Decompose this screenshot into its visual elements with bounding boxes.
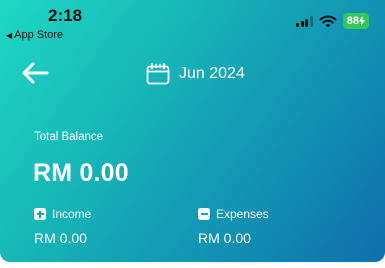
plus-square-icon bbox=[34, 208, 46, 220]
battery-level: 88 bbox=[346, 15, 359, 27]
cellular-signal-icon bbox=[296, 15, 313, 27]
back-triangle-icon: ◀ bbox=[6, 30, 13, 40]
minus-square-icon bbox=[198, 208, 210, 220]
expenses-summary: Expenses RM 0.00 bbox=[198, 207, 269, 246]
status-time: 2:18 bbox=[48, 6, 83, 25]
balance-card: 2:18 ◀ App Store 88 Jun 2024 Total Balan… bbox=[0, 0, 385, 262]
expenses-label: Expenses bbox=[216, 207, 269, 221]
expenses-amount: RM 0.00 bbox=[198, 230, 251, 246]
screen: 2:18 ◀ App Store 88 Jun 2024 Total Balan… bbox=[0, 0, 385, 268]
status-indicators: 88 bbox=[296, 13, 369, 29]
month-label: Jun 2024 bbox=[179, 65, 245, 82]
month-picker[interactable]: Jun 2024 bbox=[146, 63, 245, 85]
calendar-icon bbox=[146, 63, 170, 85]
wifi-icon bbox=[319, 15, 337, 27]
total-balance-amount: RM 0.00 bbox=[33, 159, 129, 187]
income-label: Income bbox=[52, 207, 92, 221]
income-summary: Income RM 0.00 bbox=[34, 207, 91, 246]
total-balance-label: Total Balance bbox=[34, 131, 104, 143]
battery-badge: 88 bbox=[342, 13, 369, 29]
back-to-app-link[interactable]: ◀ App Store bbox=[6, 29, 63, 41]
back-arrow-icon[interactable] bbox=[20, 58, 50, 88]
income-amount: RM 0.00 bbox=[34, 230, 87, 246]
charging-bolt-icon bbox=[359, 16, 365, 26]
back-to-app-label: App Store bbox=[14, 29, 64, 41]
